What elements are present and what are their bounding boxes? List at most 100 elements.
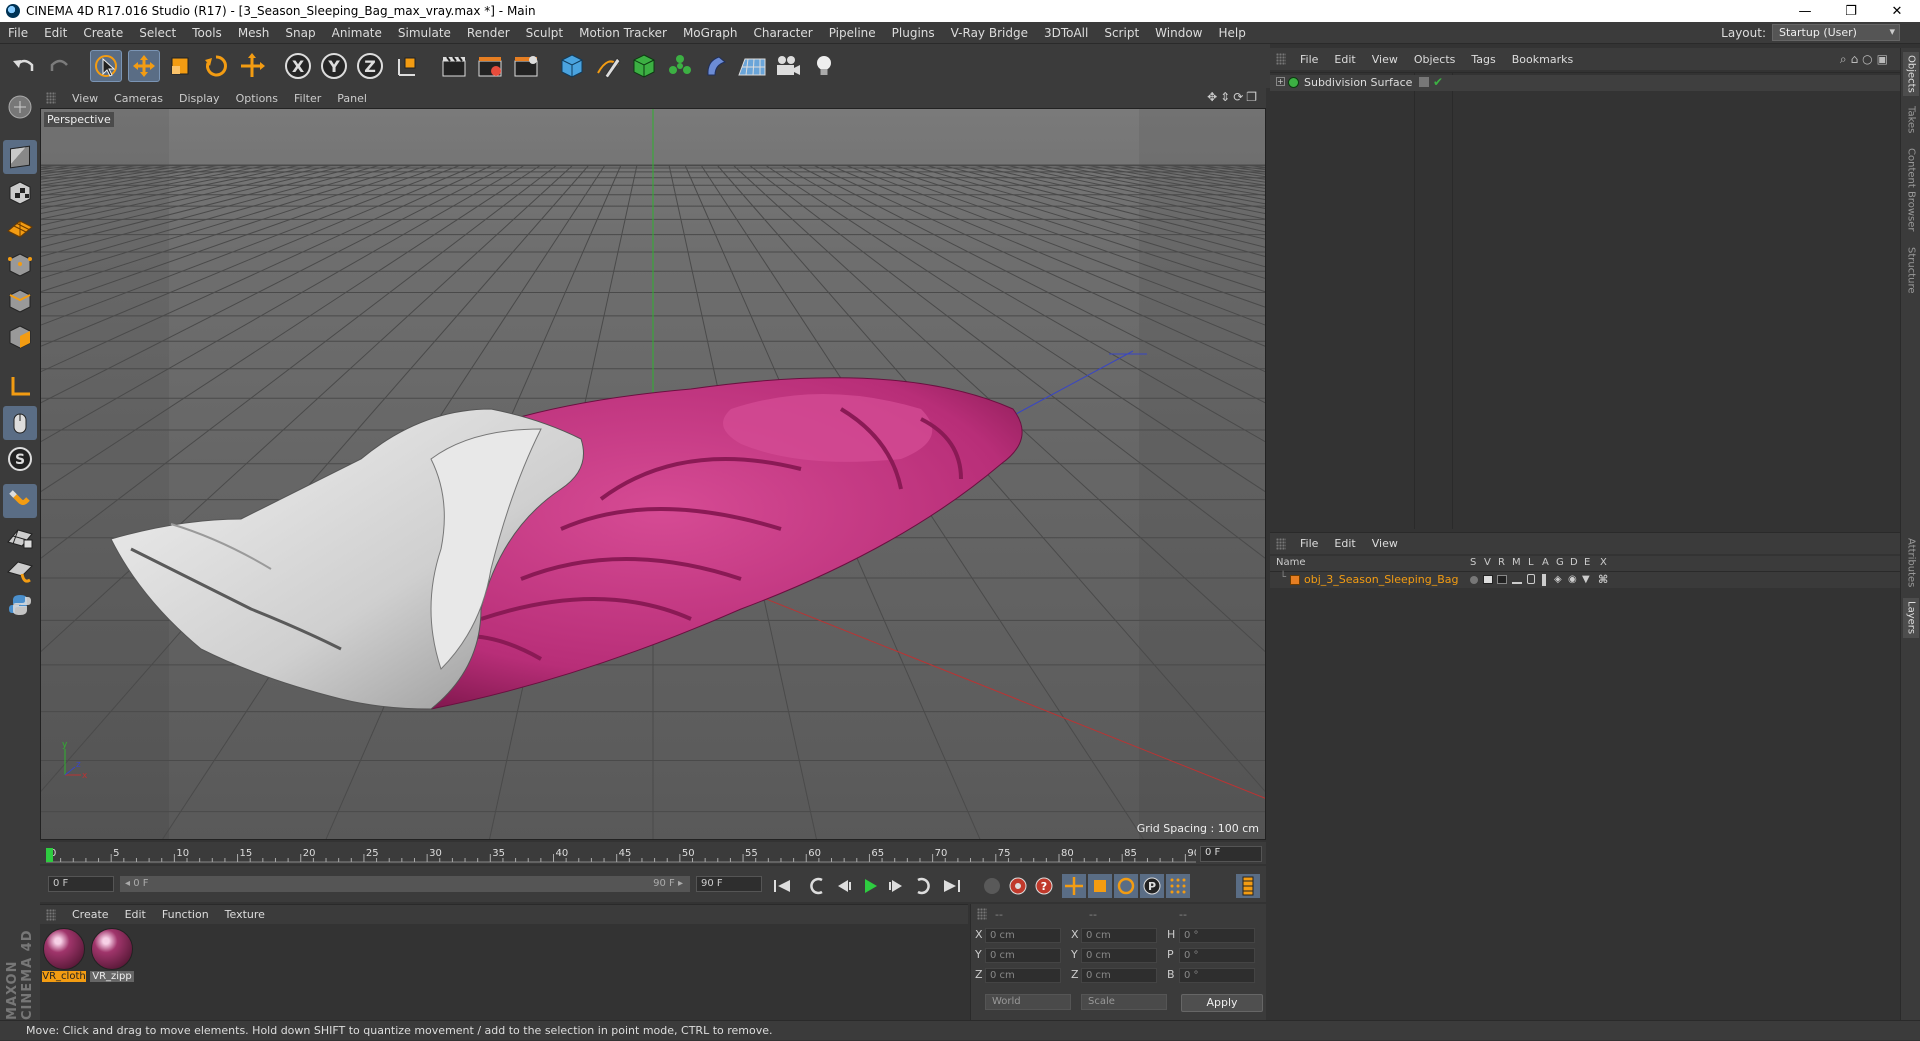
animation-icon[interactable] <box>1542 574 1546 586</box>
enabled-check-icon[interactable]: ✔ <box>1433 75 1443 89</box>
column-deformers[interactable]: D <box>1570 557 1578 568</box>
layers-menu-file[interactable]: File <box>1292 537 1326 550</box>
solo-icon[interactable] <box>1470 576 1478 584</box>
lock-icon[interactable] <box>1527 574 1535 584</box>
menu-animate[interactable]: Animate <box>324 26 390 40</box>
edges-mode-button[interactable] <box>3 284 37 318</box>
axis-mode-button[interactable] <box>3 370 37 404</box>
menu-script[interactable]: Script <box>1096 26 1147 40</box>
snap-button[interactable]: S <box>3 442 37 476</box>
visibility-dots-icon[interactable] <box>1419 77 1429 87</box>
position-z-field[interactable]: 0 cm <box>985 968 1061 983</box>
coordinate-space-dropdown[interactable]: World <box>985 994 1071 1010</box>
apply-button[interactable]: Apply <box>1181 994 1263 1012</box>
column-render[interactable]: R <box>1498 557 1505 568</box>
objects-menu-file[interactable]: File <box>1292 53 1326 66</box>
layers-menu-edit[interactable]: Edit <box>1326 537 1363 550</box>
minimize-button[interactable]: — <box>1782 0 1828 22</box>
size-x-field[interactable]: 0 cm <box>1081 928 1157 943</box>
coordinate-system-button[interactable] <box>392 50 424 82</box>
tab-takes[interactable]: Takes <box>1903 102 1919 138</box>
tab-structure[interactable]: Structure <box>1903 244 1919 296</box>
key-scale-button[interactable] <box>1088 874 1112 898</box>
objects-menu-bookmarks[interactable]: Bookmarks <box>1504 53 1581 66</box>
points-mode-button[interactable] <box>3 248 37 282</box>
current-frame-field[interactable]: 0 F <box>1200 846 1262 862</box>
viewport-menu-cameras[interactable]: Cameras <box>106 92 171 105</box>
key-parameter-button[interactable]: P <box>1140 874 1164 898</box>
material-menu-texture[interactable]: Texture <box>217 908 273 921</box>
tweak-mode-button[interactable] <box>3 406 37 440</box>
scale-tool-button[interactable] <box>164 50 196 82</box>
deformers-icon[interactable]: ◉ <box>1568 574 1577 585</box>
key-position-button[interactable] <box>1062 874 1086 898</box>
perspective-viewport[interactable]: y x z Perspective Grid Spacing : 100 cm <box>40 108 1266 840</box>
add-light-button[interactable] <box>808 50 840 82</box>
axis-x-button[interactable]: X <box>282 50 314 82</box>
menu-character[interactable]: Character <box>745 26 820 40</box>
workplane-mode-button[interactable] <box>3 210 37 244</box>
objects-menu-tags[interactable]: Tags <box>1463 53 1503 66</box>
layer-row[interactable]: └ obj_3_Season_Sleeping_Bag ◈ ◉ ▼ ⌘ <box>1270 572 1900 588</box>
material-menu-function[interactable]: Function <box>154 908 217 921</box>
key-pla-button[interactable] <box>1166 874 1190 898</box>
timeline-button[interactable] <box>1236 874 1260 898</box>
make-editable-button[interactable] <box>3 90 37 124</box>
objects-menu-edit[interactable]: Edit <box>1326 53 1363 66</box>
expressions-icon[interactable]: ▼ <box>1582 574 1590 585</box>
material-swatch-zipp[interactable]: VR_zipp <box>90 928 134 982</box>
menu-3dtoall[interactable]: 3DToAll <box>1036 26 1096 40</box>
add-cube-button[interactable] <box>556 50 588 82</box>
column-xref[interactable]: X <box>1600 557 1607 568</box>
add-deformer-button[interactable] <box>700 50 732 82</box>
material-menu-create[interactable]: Create <box>64 908 117 921</box>
layers-menu-view[interactable]: View <box>1364 537 1406 550</box>
position-y-field[interactable]: 0 cm <box>985 948 1061 963</box>
column-solo[interactable]: S <box>1470 557 1476 568</box>
viewport-menu-panel[interactable]: Panel <box>329 92 375 105</box>
objects-search-icons[interactable]: ⌕⌂○▣ <box>1840 52 1892 67</box>
rotate-tool-button[interactable] <box>200 50 232 82</box>
rotation-h-field[interactable]: 0 ° <box>1179 928 1255 943</box>
next-frame-button[interactable] <box>884 874 908 898</box>
previous-key-button[interactable] <box>806 874 830 898</box>
grid-snap-button[interactable] <box>3 554 37 588</box>
transform-tool-button[interactable] <box>236 50 268 82</box>
autokey-button[interactable] <box>1006 874 1030 898</box>
menu-select[interactable]: Select <box>131 26 184 40</box>
size-y-field[interactable]: 0 cm <box>1081 948 1157 963</box>
add-nurbs-button[interactable] <box>628 50 660 82</box>
menu-plugins[interactable]: Plugins <box>884 26 943 40</box>
layer-color-swatch[interactable] <box>1290 575 1300 585</box>
viewport-scene[interactable]: y x z <box>41 109 1266 840</box>
grid-lock-button[interactable] <box>3 520 37 554</box>
magnet-tool-button[interactable] <box>3 484 37 518</box>
menu-snap[interactable]: Snap <box>277 26 323 40</box>
render-picture-viewer-button[interactable] <box>474 50 506 82</box>
key-rotation-button[interactable] <box>1114 874 1138 898</box>
viewport-menu-filter[interactable]: Filter <box>286 92 329 105</box>
column-generators[interactable]: G <box>1556 557 1564 568</box>
play-button[interactable] <box>858 874 882 898</box>
record-keys-button[interactable] <box>980 874 1004 898</box>
menu-tools[interactable]: Tools <box>184 26 230 40</box>
object-row-subdivision-surface[interactable]: + Subdivision Surface ✔ <box>1270 75 1900 91</box>
tab-attributes[interactable]: Attributes <box>1903 534 1919 592</box>
column-locked[interactable]: L <box>1528 557 1534 568</box>
go-to-start-button[interactable] <box>770 874 794 898</box>
render-view-button[interactable] <box>438 50 470 82</box>
menu-help[interactable]: Help <box>1210 26 1253 40</box>
axis-z-button[interactable]: Z <box>354 50 386 82</box>
end-frame-field[interactable]: 90 F <box>696 876 762 892</box>
column-animation[interactable]: A <box>1542 557 1549 568</box>
add-camera-button[interactable] <box>772 50 804 82</box>
start-frame-field[interactable]: 0 F <box>48 876 114 892</box>
move-tool-button[interactable] <box>128 50 160 82</box>
add-spline-button[interactable] <box>592 50 624 82</box>
xref-icon[interactable]: ⌘ <box>1598 573 1608 586</box>
column-manager[interactable]: M <box>1512 557 1521 568</box>
frame-range-slider[interactable]: ◂ 0 F 90 F ▸ <box>120 876 690 892</box>
model-mode-button[interactable] <box>3 140 37 174</box>
close-button[interactable]: ✕ <box>1874 0 1920 22</box>
menu-mesh[interactable]: Mesh <box>230 26 278 40</box>
